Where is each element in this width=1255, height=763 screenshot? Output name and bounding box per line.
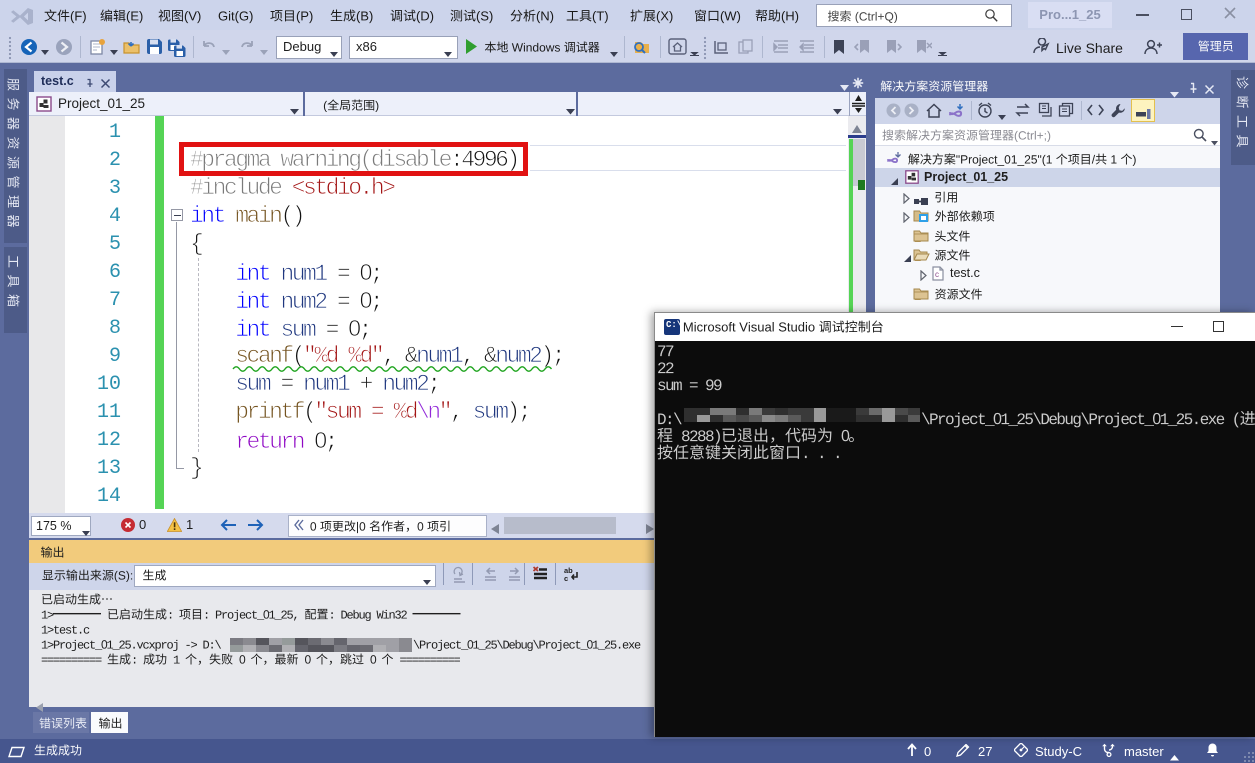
svg-text:c: c: [564, 574, 568, 582]
svg-text:c: c: [935, 270, 939, 279]
